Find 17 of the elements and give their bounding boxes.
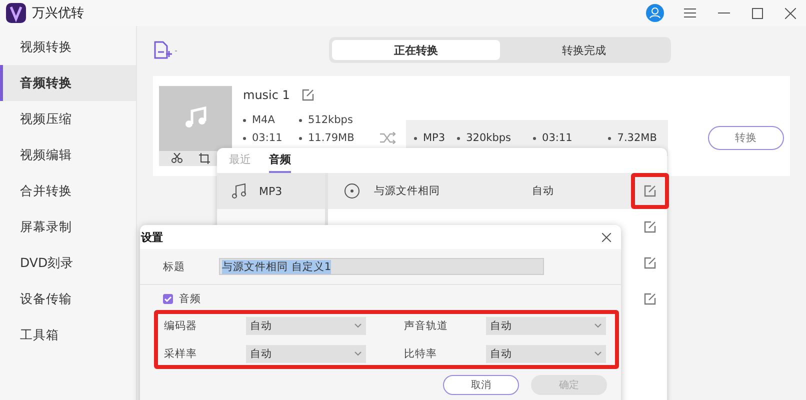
output-property: 7.32MB [617,132,657,144]
output-property: 03:11 [542,132,572,144]
app-title: 万兴优转 [32,5,84,22]
output-property: MP3 [423,132,446,144]
file-property: M4A [252,114,275,126]
field-label: 比特率 [404,346,438,360]
output-property: 320kbps [466,132,512,144]
file-name: music 1 [243,88,290,102]
file-property: 11.79MB [308,132,354,144]
field-label: 声音轨道 [404,318,449,332]
file-property: 512kbps [308,114,353,126]
dialog-title: 设置 [141,230,163,244]
field-label: 采样率 [164,346,198,360]
file-property: 03:11 [252,132,282,144]
checkbox-label: 音频 [179,292,201,306]
field-label: 标题 [163,260,185,274]
field-label: 编码器 [164,318,198,332]
